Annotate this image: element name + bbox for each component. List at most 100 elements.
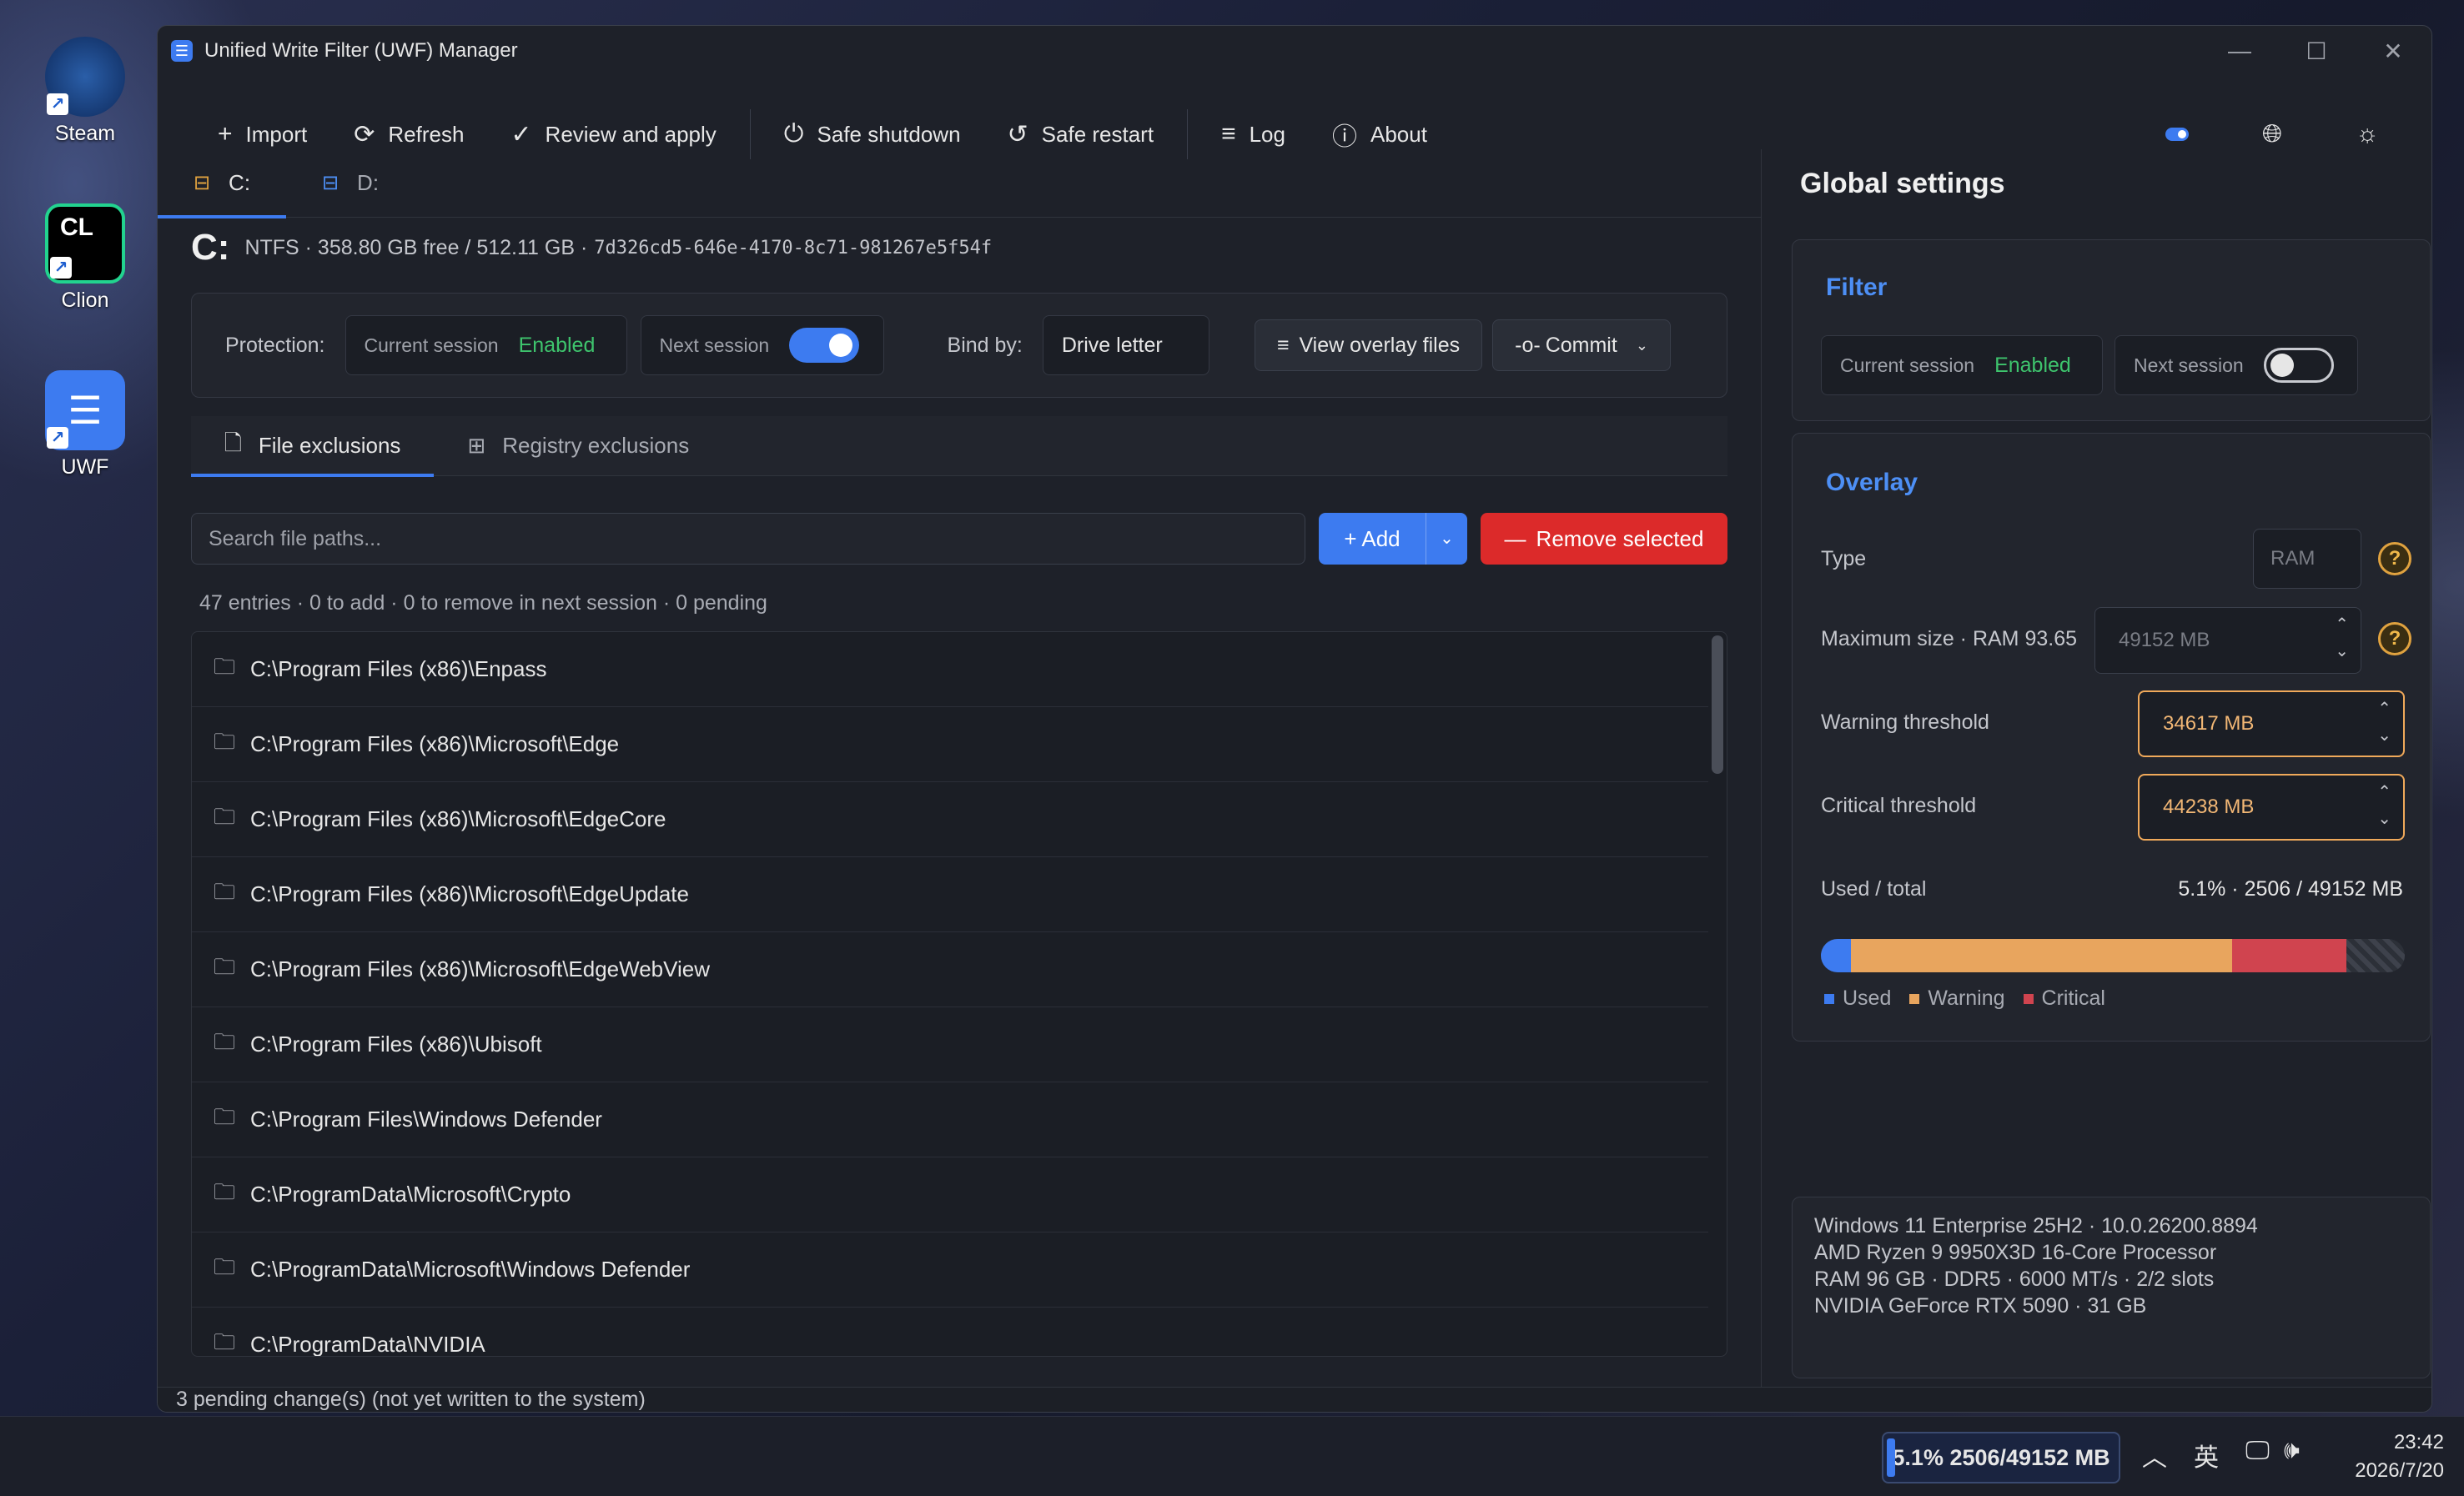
about-label: About — [1370, 121, 1427, 147]
status-text: 3 pending change(s) (not yet written to … — [176, 1388, 646, 1411]
file-exclusion-row[interactable]: 🗀︎ C:\Program Files (x86)\Enpass — [192, 632, 1708, 707]
folder-icon: 🗀︎ — [214, 878, 236, 904]
plus-icon: + — [218, 120, 233, 148]
file-exclusion-row[interactable]: 🗀︎ C:\ProgramData\NVIDIA — [192, 1308, 1708, 1357]
view-overlay-files-button[interactable]: ≡ View overlay files — [1254, 319, 1483, 371]
max-size-field[interactable]: 49152 MB ⌃ ⌄ — [2094, 607, 2361, 674]
file-exclusion-list[interactable]: 🗀︎ C:\Program Files (x86)\Enpass 🗀︎ C:\Prog… — [191, 631, 1727, 1357]
stepper-icon[interactable]: ⌃ ⌄ — [2377, 779, 2391, 832]
remove-selected-button[interactable]: — Remove selected — [1481, 513, 1727, 565]
type-field[interactable]: RAM — [2253, 529, 2361, 589]
clock-time: 23:42 — [2393, 1431, 2444, 1453]
grid-icon: ⊞ — [467, 433, 486, 458]
add-button[interactable]: + Add ⌄ — [1319, 513, 1467, 565]
warning-threshold-label: Warning threshold — [1821, 710, 1989, 734]
toggle-icon — [2165, 128, 2189, 141]
tray-overlay-usage[interactable]: 5.1% 2506/49152 MB — [1882, 1432, 2120, 1483]
file-path: C:\Program Files (x86)\Microsoft\EdgeWeb… — [250, 956, 711, 981]
usage-bar-used — [1821, 939, 1851, 972]
power-icon: ⏻ — [783, 120, 804, 148]
file-exclusion-row[interactable]: 🗀︎ C:\Program Files (x86)\Microsoft\EdgeC… — [192, 782, 1708, 857]
remove-label: Remove selected — [1536, 525, 1704, 551]
legend-warning: Warning — [1909, 986, 2005, 1011]
search-row: + Add ⌄ — Remove selected — [191, 513, 1727, 565]
clock[interactable]: 23:42 2026/7/20 — [2355, 1428, 2444, 1485]
sun-icon: ☼ — [2356, 120, 2379, 148]
restart-icon: ↺ — [1007, 120, 1028, 148]
search-input[interactable] — [191, 513, 1305, 565]
legend-critical-label: Critical — [2041, 986, 2105, 1010]
file-exclusion-row[interactable]: 🗀︎ C:\Program Files (x86)\Microsoft\EdgeU… — [192, 857, 1708, 932]
help-icon[interactable]: ? — [2378, 622, 2411, 655]
folder-icon: 🗀︎ — [214, 953, 236, 979]
stepper-icon[interactable]: ⌃ ⌄ — [2335, 611, 2349, 665]
ime-indicator[interactable]: 英 — [2194, 1437, 2219, 1473]
type-label: Type — [1821, 547, 1867, 570]
file-exclusion-row[interactable]: 🗀︎ C:\Program Files (x86)\Microsoft\Edge — [192, 707, 1708, 782]
clion-icon: CL ↗ — [45, 203, 125, 284]
tab-drive-c[interactable]: ⊟ C: — [158, 149, 286, 218]
desktop-icon-steam[interactable]: ↗ Steam — [33, 37, 137, 146]
legend-used: Used — [1824, 986, 1891, 1011]
commit-button[interactable]: -o- Commit ⌄ — [1492, 319, 1671, 371]
tab-drive-d[interactable]: ⊟ D: — [286, 149, 415, 217]
close-button[interactable]: ✕ — [2355, 26, 2431, 76]
current-session-status: Current session Enabled — [344, 315, 627, 375]
filter-current-label: Current session — [1840, 354, 1975, 376]
help-icon[interactable]: ? — [2378, 542, 2411, 575]
tab-file-exclusions[interactable]: 🗋︎ File exclusions — [191, 416, 435, 477]
protection-label: Protection: — [225, 333, 325, 357]
chevron-up-icon[interactable]: ︿ — [2142, 1437, 2167, 1473]
warning-threshold-value: 34617 MB — [2163, 712, 2255, 735]
filter-next-toggle[interactable] — [2263, 348, 2334, 383]
used-total-value: 5.1% · 2506 / 49152 MB — [2178, 877, 2403, 901]
stepper-icon[interactable]: ⌃ ⌄ — [2377, 695, 2391, 749]
tab-drive-label: C: — [229, 170, 251, 195]
status-bar: 3 pending change(s) (not yet written to … — [158, 1387, 2431, 1412]
drive-guid: 7d326cd5-646e-4170-8c71-981267e5f54f — [594, 237, 993, 259]
overlay-title: Overlay — [1826, 469, 1918, 496]
legend-used-label: Used — [1843, 986, 1892, 1010]
import-label: Import — [245, 121, 308, 147]
file-path: C:\Program Files (x86)\Microsoft\Edge — [250, 731, 620, 756]
clock-date: 2026/7/20 — [2355, 1459, 2444, 1482]
info-icon: ⓘ — [1331, 123, 1357, 151]
refresh-icon: ⟳ — [354, 120, 375, 148]
desktop-icon-uwf[interactable]: ☰ ↗ UWF — [33, 370, 137, 479]
minimize-button[interactable]: — — [2201, 26, 2278, 76]
maximize-button[interactable]: ☐ — [2278, 26, 2355, 76]
volume-icon[interactable]: 🕪︎ — [2284, 1437, 2300, 1465]
type-value: RAM — [2270, 547, 2316, 570]
file-exclusion-row[interactable]: 🗀︎ C:\ProgramData\Microsoft\Windows Defen… — [192, 1232, 1708, 1308]
filter-card: Filter Current session Enabled Next sess… — [1792, 239, 2431, 421]
chevron-down-icon[interactable]: ⌄ — [1426, 513, 1467, 565]
taskbar: 5.1% 2506/49152 MB ︿ 英 🖵︎ 🕪︎ 23:42 2026/… — [0, 1416, 2464, 1496]
review-label: Review and apply — [545, 121, 717, 147]
folder-icon: 🗀︎ — [214, 1028, 236, 1054]
usage-bar-warning — [1850, 939, 2232, 972]
warning-threshold-field[interactable]: 34617 MB ⌃ ⌄ — [2138, 690, 2405, 757]
tab-registry-exclusions[interactable]: ⊞ Registry exclusions — [434, 416, 722, 475]
file-exclusion-row[interactable]: 🗀︎ C:\Program Files (x86)\Ubisoft — [192, 1007, 1708, 1082]
file-exclusion-row[interactable]: 🗀︎ C:\Program Files (x86)\Microsoft\EdgeW… — [192, 932, 1708, 1007]
overlay-card: Overlay Type RAM ? Maximum size · RAM 93… — [1792, 433, 2431, 1042]
scrollbar-thumb[interactable] — [1712, 635, 1723, 774]
file-exclusion-row[interactable]: 🗀︎ C:\Program Files\Windows Defender — [192, 1082, 1708, 1157]
global-settings-title: Global settings — [1800, 168, 2005, 199]
legend-swatch — [1824, 993, 1834, 1004]
desktop-icon-clion[interactable]: CL ↗ Clion — [33, 203, 137, 313]
next-session-toggle[interactable] — [789, 328, 860, 363]
filter-title: Filter — [1826, 274, 1888, 301]
log-label: Log — [1249, 121, 1285, 147]
file-path: C:\Program Files (x86)\Microsoft\EdgeCor… — [250, 806, 666, 831]
app-icon: ☰ — [171, 40, 193, 62]
shutdown-label: Safe shutdown — [817, 121, 961, 147]
chevron-down-icon: ⌄ — [1635, 336, 1648, 354]
network-icon[interactable]: 🖵︎ — [2245, 1437, 2270, 1465]
folder-icon: 🗀︎ — [214, 653, 236, 679]
desktop-icon-label: Steam — [54, 122, 116, 145]
critical-threshold-field[interactable]: 44238 MB ⌃ ⌄ — [2138, 774, 2405, 841]
file-exclusion-row[interactable]: 🗀︎ C:\ProgramData\Microsoft\Crypto — [192, 1157, 1708, 1232]
tab-file-label: File exclusions — [258, 433, 401, 458]
bind-by-select[interactable]: Drive letter — [1042, 315, 1209, 375]
